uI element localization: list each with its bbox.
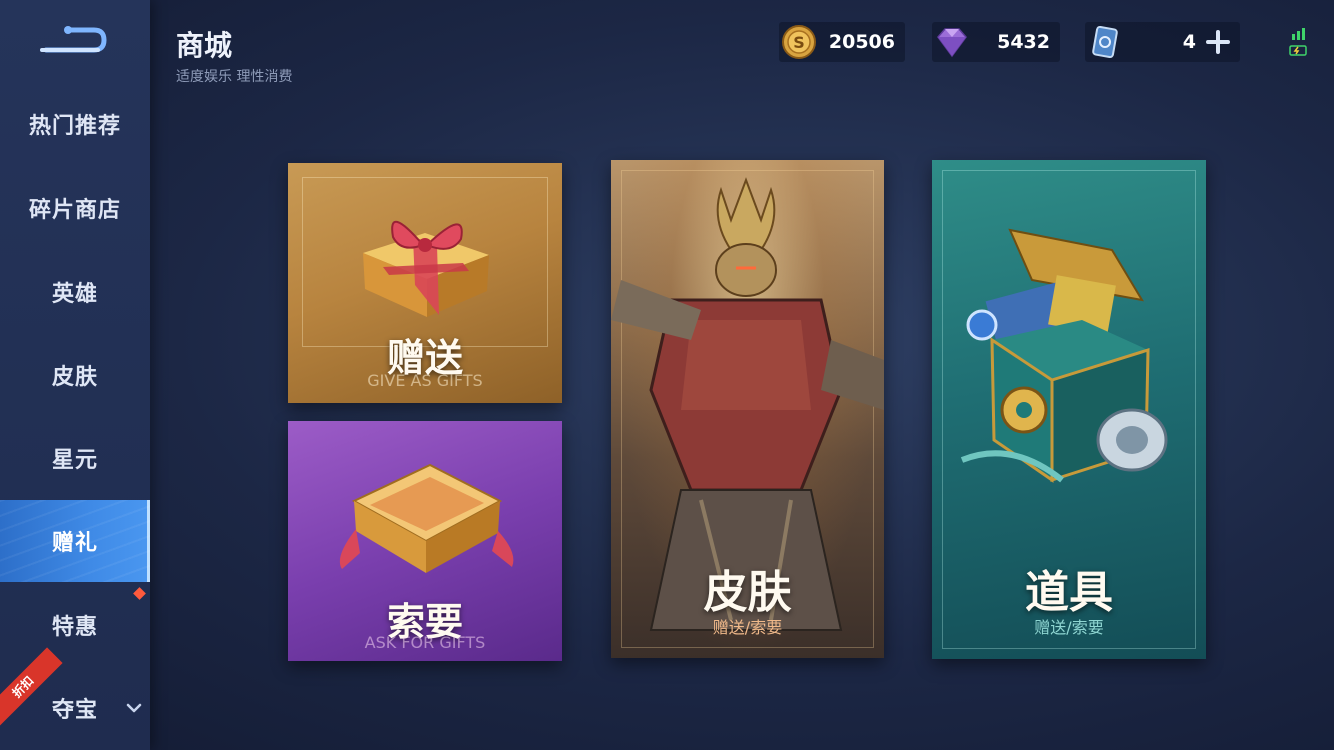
- sidebar-item-label: 夺宝: [51, 698, 98, 723]
- sidebar-item-gifts[interactable]: 赠礼: [0, 500, 150, 582]
- voucher-icon: [1092, 25, 1118, 59]
- sidebar-item-label: 赠礼: [51, 531, 98, 556]
- diamond-balance[interactable]: 5432: [932, 22, 1060, 62]
- sidebar-item-label: 热门推荐: [28, 114, 121, 139]
- page-title: 商城: [176, 29, 233, 62]
- signal-battery-icon: [1289, 28, 1307, 56]
- sidebar-item-label: 特惠: [51, 615, 98, 640]
- skins-card-subtitle: 赠送/索要: [712, 618, 783, 637]
- sidebar-item-label: 星元: [51, 448, 98, 473]
- gold-coin-value: 20506: [828, 31, 895, 53]
- ask-card-subtitle: ASK FOR GIFTS: [364, 633, 486, 652]
- sidebar-item-specials[interactable]: 特惠: [0, 584, 150, 666]
- diamond-icon: [937, 28, 967, 58]
- skins-card[interactable]: 皮肤 赠送/索要: [611, 160, 884, 658]
- sidebar-item-label: 英雄: [51, 282, 98, 307]
- back-button[interactable]: [38, 20, 112, 60]
- gift-box-icon: [363, 220, 489, 317]
- ask-gifts-card[interactable]: 索要 ASK FOR GIFTS: [288, 421, 562, 661]
- sidebar-item-label: 碎片商店: [28, 198, 121, 223]
- sidebar-item-skins[interactable]: 皮肤: [0, 334, 150, 416]
- sidebar-item-fragment-shop[interactable]: 碎片商店: [0, 167, 150, 249]
- sidebar: 热门推荐 碎片商店 英雄 皮肤 星元 赠礼 特惠 夺宝 折扣: [0, 0, 150, 750]
- give-gifts-card[interactable]: 赠送 GIVE AS GIFTS: [288, 163, 562, 403]
- sidebar-item-heroes[interactable]: 英雄: [0, 251, 150, 333]
- props-card-subtitle: 赠送/索要: [1034, 618, 1104, 637]
- gift-card-subtitle: GIVE AS GIFTS: [367, 371, 483, 390]
- gold-coin-icon: S: [782, 25, 816, 59]
- sidebar-item-label: 皮肤: [51, 365, 98, 390]
- add-voucher-button[interactable]: [1204, 28, 1232, 56]
- diamond-value: 5432: [997, 31, 1050, 53]
- sidebar-item-star-elements[interactable]: 星元: [0, 417, 150, 499]
- page-subtitle: 适度娱乐 理性消费: [176, 69, 293, 85]
- back-arrow-icon: [40, 26, 107, 53]
- voucher-balance[interactable]: 4: [1085, 22, 1240, 62]
- skins-card-title: 皮肤: [703, 567, 792, 618]
- props-card[interactable]: 道具 赠送/索要: [932, 160, 1206, 659]
- gold-coin-balance[interactable]: S 20506: [779, 22, 905, 62]
- sidebar-item-hot[interactable]: 热门推荐: [0, 83, 150, 165]
- svg-text:S: S: [793, 33, 805, 52]
- voucher-value: 4: [1182, 31, 1196, 53]
- chevron-down-icon[interactable]: [124, 698, 144, 718]
- props-card-title: 道具: [1025, 567, 1113, 618]
- treasure-chest-icon: [960, 228, 1168, 483]
- open-box-icon: [339, 463, 514, 573]
